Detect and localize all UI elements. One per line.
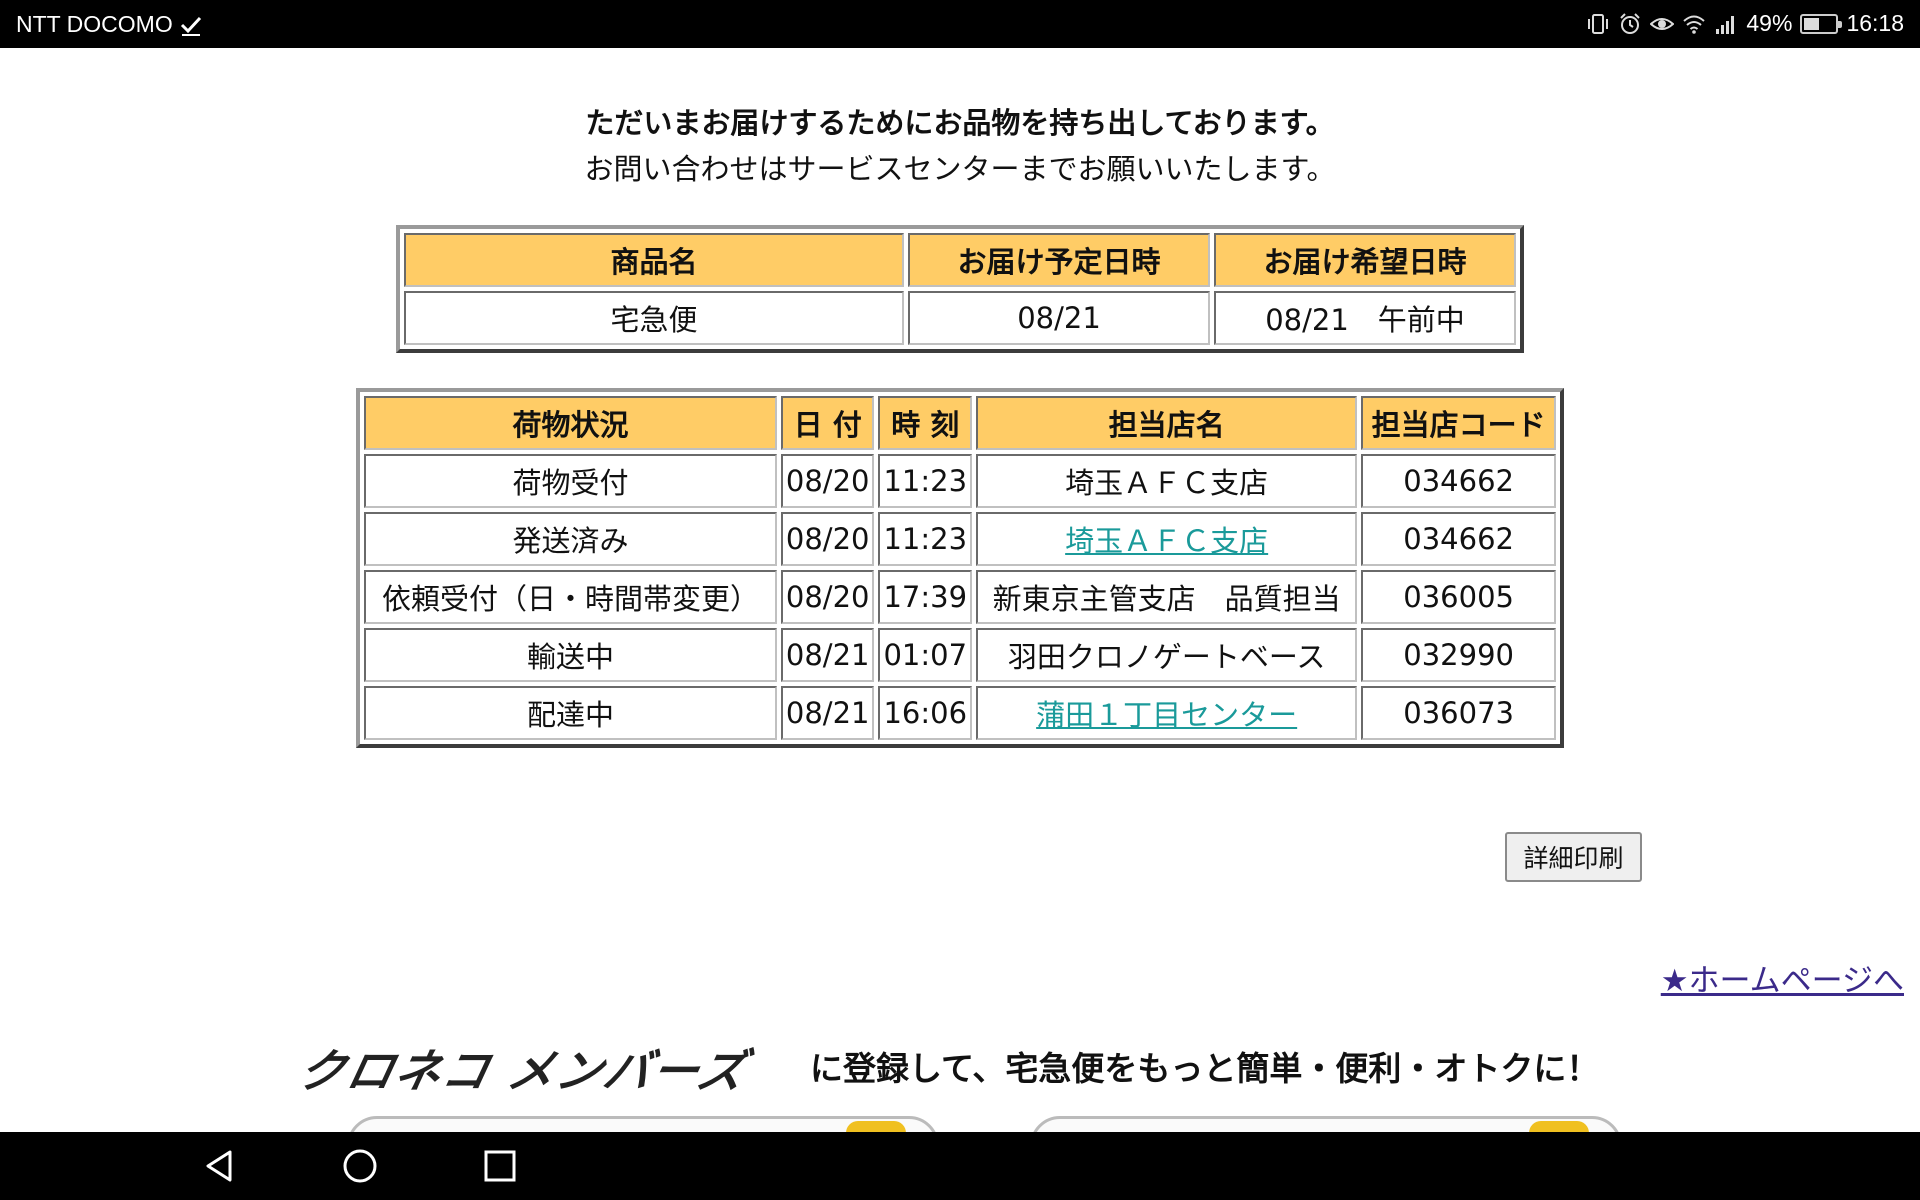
battery-level-fill bbox=[1804, 17, 1820, 30]
tracking-table: 荷物状況 日 付 時 刻 担当店名 担当店コード 荷物受付 08/20 11:23 埼… bbox=[356, 388, 1564, 748]
header-scheduled-delivery: お届け予定日時 bbox=[908, 233, 1210, 287]
store-link[interactable]: 埼玉ＡＦＣ支店 bbox=[1065, 524, 1268, 558]
battery-percent: 49% bbox=[1746, 10, 1793, 36]
store-code-cell: 036073 bbox=[1361, 686, 1556, 740]
clock: 16:18 bbox=[1846, 10, 1904, 36]
time-cell: 11:23 bbox=[878, 454, 973, 508]
signal-icon bbox=[1716, 15, 1735, 34]
status-cell: 発送済み bbox=[364, 512, 777, 566]
date-cell: 08/20 bbox=[780, 512, 875, 566]
tracking-header-row: 荷物状況 日 付 時 刻 担当店名 担当店コード bbox=[364, 396, 1556, 450]
battery-icon bbox=[1800, 13, 1843, 34]
kuroneko-members-banner[interactable]: クロネコ メンバーズ に登録して、宅急便をもっと簡単・便利・オトクに！ bbox=[294, 1035, 1620, 1098]
product-name: 宅急便 bbox=[404, 291, 904, 345]
header-store-code: 担当店コード bbox=[1361, 396, 1556, 450]
header-status: 荷物状況 bbox=[364, 396, 777, 450]
delivery-message-bold: ただいまお届けするためにお品物を持ち出しております。 bbox=[585, 106, 1335, 140]
carrier-name: NTT DOCOMO bbox=[16, 11, 173, 37]
time-cell: 17:39 bbox=[878, 570, 973, 624]
store-name-cell: 蒲田１丁目センター bbox=[976, 686, 1358, 740]
delivery-info-table: 商品名 お届け予定日時 お届け希望日時 宅急便 08/21 08/21 午前中 bbox=[396, 225, 1524, 353]
time-cell: 01:07 bbox=[878, 628, 973, 682]
home-icon[interactable] bbox=[340, 1146, 380, 1186]
time-cell: 11:23 bbox=[878, 512, 973, 566]
back-icon[interactable] bbox=[200, 1146, 240, 1186]
store-code-cell: 034662 bbox=[1361, 512, 1556, 566]
navigation-bar bbox=[0, 1132, 1920, 1200]
status-cell: 荷物受付 bbox=[364, 454, 777, 508]
date-cell: 08/21 bbox=[780, 628, 875, 682]
homepage-link[interactable]: ★ホームページへ bbox=[1661, 955, 1904, 1000]
date-cell: 08/20 bbox=[780, 570, 875, 624]
eye-icon bbox=[1650, 17, 1675, 30]
check-icon bbox=[180, 16, 201, 36]
header-date: 日 付 bbox=[780, 396, 875, 450]
tracking-row: 発送済み 08/20 11:23 埼玉ＡＦＣ支店 034662 bbox=[364, 512, 1556, 566]
scheduled-delivery: 08/21 bbox=[908, 291, 1210, 345]
requested-delivery: 08/21 午前中 bbox=[1214, 291, 1516, 345]
tracking-row: 配達中 08/21 16:06 蒲田１丁目センター 036073 bbox=[364, 686, 1556, 740]
delivery-info-row: 宅急便 08/21 08/21 午前中 bbox=[404, 291, 1516, 345]
scrolled-heading-fragment bbox=[740, 18, 980, 48]
delivery-message: お問い合わせはサービスセンターまでお願いいたします。 bbox=[584, 152, 1336, 186]
alarm-icon bbox=[1620, 12, 1641, 34]
header-product-name: 商品名 bbox=[404, 233, 904, 287]
store-name-cell: 埼玉ＡＦＣ支店 bbox=[976, 512, 1358, 566]
status-cell: 輸送中 bbox=[364, 628, 777, 682]
store-code-cell: 036005 bbox=[1361, 570, 1556, 624]
tracking-row: 依頼受付（日・時間帯変更） 08/20 17:39 新東京主管支店 品質担当 03600… bbox=[364, 570, 1556, 624]
header-store-name: 担当店名 bbox=[976, 396, 1358, 450]
store-name-cell: 羽田クロノゲートベース bbox=[976, 628, 1358, 682]
header-requested-delivery: お届け希望日時 bbox=[1214, 233, 1516, 287]
date-cell: 08/20 bbox=[780, 454, 875, 508]
status-icons: 49% 16:18 bbox=[1586, 10, 1904, 37]
time-cell: 16:06 bbox=[878, 686, 973, 740]
header-time: 時 刻 bbox=[878, 396, 973, 450]
tracking-row: 荷物受付 08/20 11:23 埼玉ＡＦＣ支店 034662 bbox=[364, 454, 1556, 508]
banner-text: に登録して、宅急便をもっと簡単・便利・オトクに！ bbox=[810, 1049, 1600, 1088]
print-details-button[interactable]: 詳細印刷 bbox=[1505, 832, 1642, 882]
store-name-cell: 埼玉ＡＦＣ支店 bbox=[976, 454, 1358, 508]
store-name-cell: 新東京主管支店 品質担当 bbox=[976, 570, 1358, 624]
store-code-cell: 032990 bbox=[1361, 628, 1556, 682]
wifi-icon bbox=[1683, 15, 1706, 34]
store-link[interactable]: 蒲田１丁目センター bbox=[1036, 698, 1297, 732]
status-cell: 依頼受付（日・時間帯変更） bbox=[364, 570, 777, 624]
store-code-cell: 034662 bbox=[1361, 454, 1556, 508]
status-cell: 配達中 bbox=[364, 686, 777, 740]
tracking-row: 輸送中 08/21 01:07 羽田クロノゲートベース 032990 bbox=[364, 628, 1556, 682]
recents-icon[interactable] bbox=[480, 1146, 520, 1186]
delivery-info-header-row: 商品名 お届け予定日時 お届け希望日時 bbox=[404, 233, 1516, 287]
kuroneko-members-logo: クロネコ メンバーズ bbox=[293, 1044, 752, 1098]
date-cell: 08/21 bbox=[780, 686, 875, 740]
vibrate-icon bbox=[1588, 13, 1609, 34]
carrier-group: NTT DOCOMO bbox=[16, 11, 203, 38]
